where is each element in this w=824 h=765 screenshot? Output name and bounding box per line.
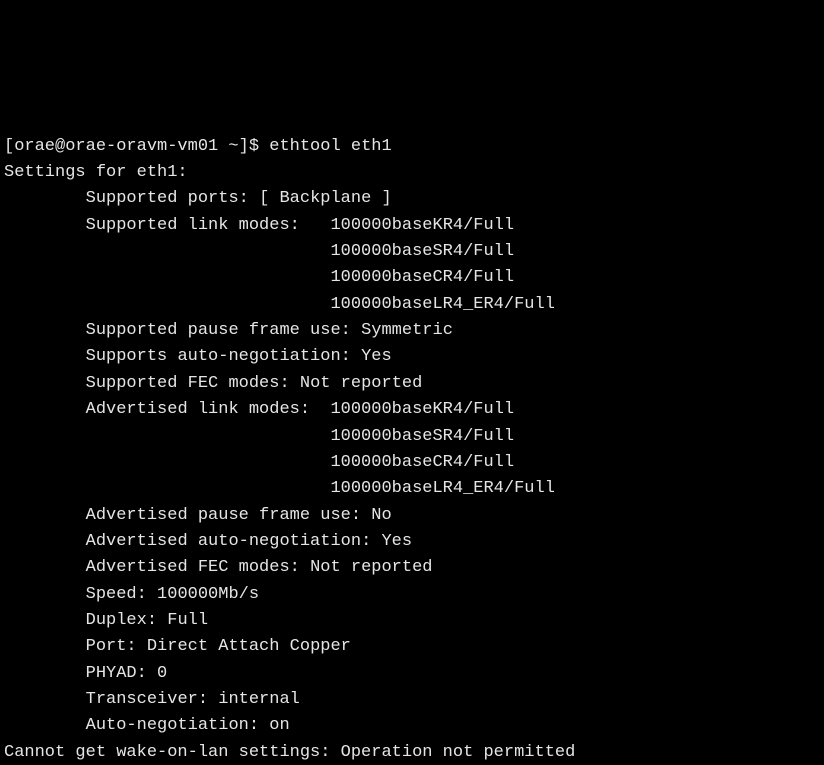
supported-ports-value: [ Backplane ] [259, 189, 392, 208]
shell-command: ethtool eth1 [269, 137, 391, 156]
duplex-value: Full [167, 611, 208, 630]
port-value: Direct Attach Copper [147, 637, 351, 656]
supported-pause-label: Supported pause frame use: [86, 321, 361, 340]
advertised-link-mode-0: 100000baseKR4/Full [330, 400, 514, 419]
supported-link-mode-1: 100000baseSR4/Full [330, 242, 514, 261]
advertised-pause-label: Advertised pause frame use: [86, 506, 372, 525]
autoneg-label: Auto-negotiation: [86, 716, 270, 735]
supported-link-mode-2: 100000baseCR4/Full [330, 268, 514, 287]
speed-label: Speed: [86, 585, 157, 604]
settings-header: Settings for eth1: [4, 163, 188, 182]
advertised-link-mode-3: 100000baseLR4_ER4/Full [330, 479, 554, 498]
supported-link-mode-3: 100000baseLR4_ER4/Full [330, 295, 554, 314]
shell-prompt: [orae@orae-oravm-vm01 ~]$ [4, 137, 269, 156]
advertised-link-modes-label: Advertised link modes: [86, 400, 310, 419]
supported-fec-label: Supported FEC modes: [86, 374, 300, 393]
wol-error: Cannot get wake-on-lan settings: Operati… [4, 743, 575, 762]
advertised-link-mode-2: 100000baseCR4/Full [330, 453, 514, 472]
advertised-autoneg-value: Yes [381, 532, 412, 551]
advertised-pause-value: No [371, 506, 391, 525]
advertised-autoneg-label: Advertised auto-negotiation: [86, 532, 382, 551]
advertised-fec-label: Advertised FEC modes: [86, 558, 310, 577]
supports-autoneg-label: Supports auto-negotiation: [86, 347, 361, 366]
transceiver-label: Transceiver: [86, 690, 219, 709]
supported-pause-value: Symmetric [361, 321, 453, 340]
port-label: Port: [86, 637, 147, 656]
phyad-value: 0 [157, 664, 167, 683]
speed-value: 100000Mb/s [157, 585, 259, 604]
transceiver-value: internal [218, 690, 300, 709]
duplex-label: Duplex: [86, 611, 168, 630]
supported-fec-value: Not reported [300, 374, 422, 393]
supported-link-mode-0: 100000baseKR4/Full [330, 216, 514, 235]
terminal-output: [orae@orae-oravm-vm01 ~]$ ethtool eth1 S… [0, 132, 824, 765]
supports-autoneg-value: Yes [361, 347, 392, 366]
supported-link-modes-label: Supported link modes: [86, 216, 300, 235]
advertised-fec-value: Not reported [310, 558, 432, 577]
phyad-label: PHYAD: [86, 664, 157, 683]
advertised-link-mode-1: 100000baseSR4/Full [330, 427, 514, 446]
autoneg-value: on [269, 716, 289, 735]
supported-ports-label: Supported ports: [86, 189, 259, 208]
